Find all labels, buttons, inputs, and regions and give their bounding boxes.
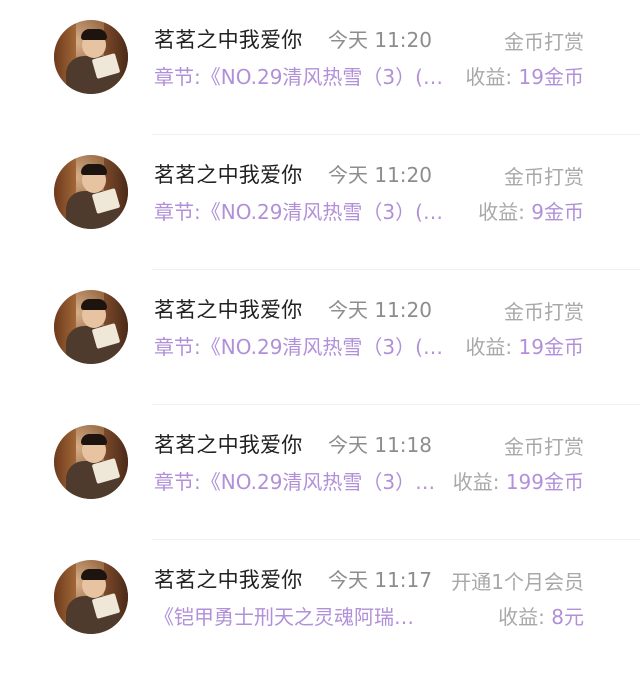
- record-item[interactable]: 茗茗之中我爱你 今天 11:18 金币打赏 章节:《NO.29清风热雪（3）… …: [0, 405, 640, 540]
- record-type: 金币打赏: [504, 435, 584, 459]
- user-name[interactable]: 茗茗之中我爱你: [154, 295, 302, 325]
- user-name[interactable]: 茗茗之中我爱你: [154, 430, 302, 460]
- earnings-value: 199金币: [505, 470, 584, 494]
- earnings: 收益: 9金币: [478, 197, 584, 227]
- user-name[interactable]: 茗茗之中我爱你: [154, 565, 302, 595]
- earnings: 收益: 199金币: [453, 467, 584, 497]
- earnings-label: 收益:: [465, 65, 513, 89]
- record-type: 金币打赏: [504, 165, 584, 189]
- record-time: 今天 11:20: [328, 298, 432, 322]
- chapter-title[interactable]: 章节:《NO.29清风热雪（3）(…: [154, 332, 443, 362]
- earnings-label: 收益:: [498, 605, 545, 629]
- record-type: 开通1个月会员: [451, 570, 584, 594]
- earnings-label: 收益:: [465, 335, 513, 359]
- record-item[interactable]: 茗茗之中我爱你 今天 11:20 金币打赏 章节:《NO.29清风热雪（3）(……: [0, 135, 640, 270]
- record-item[interactable]: 茗茗之中我爱你 今天 11:20 金币打赏 章节:《NO.29清风热雪（3）(……: [0, 270, 640, 405]
- user-name[interactable]: 茗茗之中我爱你: [154, 25, 302, 55]
- earnings-label: 收益:: [452, 470, 500, 494]
- earnings-value: 8元: [551, 605, 584, 629]
- novel-title[interactable]: 《铠甲勇士刑天之灵魂阿瑞…: [154, 602, 414, 632]
- record-time: 今天 11:20: [328, 163, 432, 187]
- chapter-title[interactable]: 章节:《NO.29清风热雪（3）…: [154, 467, 435, 497]
- user-avatar[interactable]: [54, 425, 128, 499]
- user-name[interactable]: 茗茗之中我爱你: [154, 160, 302, 190]
- earnings-value: 19金币: [518, 65, 584, 89]
- record-time: 今天 11:17: [328, 568, 432, 592]
- user-avatar[interactable]: [54, 290, 128, 364]
- record-time: 今天 11:18: [328, 433, 432, 457]
- record-item[interactable]: 茗茗之中我爱你 今天 11:20 金币打赏 章节:《NO.29清风热雪（3）(……: [0, 0, 640, 135]
- user-avatar[interactable]: [54, 20, 128, 94]
- user-avatar[interactable]: [54, 155, 128, 229]
- chapter-title[interactable]: 章节:《NO.29清风热雪（3）(…: [154, 197, 443, 227]
- chapter-title[interactable]: 章节:《NO.29清风热雪（3）(…: [154, 62, 443, 92]
- record-time: 今天 11:20: [328, 28, 432, 52]
- earnings-label: 收益:: [478, 200, 525, 224]
- user-avatar[interactable]: [54, 560, 128, 634]
- record-item[interactable]: 茗茗之中我爱你 今天 11:17 开通1个月会员 《铠甲勇士刑天之灵魂阿瑞… 收…: [0, 540, 640, 675]
- earnings: 收益: 19金币: [465, 62, 584, 92]
- reward-record-list: 茗茗之中我爱你 今天 11:20 金币打赏 章节:《NO.29清风热雪（3）(……: [0, 0, 640, 659]
- record-type: 金币打赏: [504, 300, 584, 324]
- earnings: 收益: 19金币: [465, 332, 584, 362]
- earnings-value: 9金币: [531, 200, 584, 224]
- earnings: 收益: 8元: [498, 602, 584, 632]
- record-type: 金币打赏: [504, 30, 584, 54]
- earnings-value: 19金币: [518, 335, 584, 359]
